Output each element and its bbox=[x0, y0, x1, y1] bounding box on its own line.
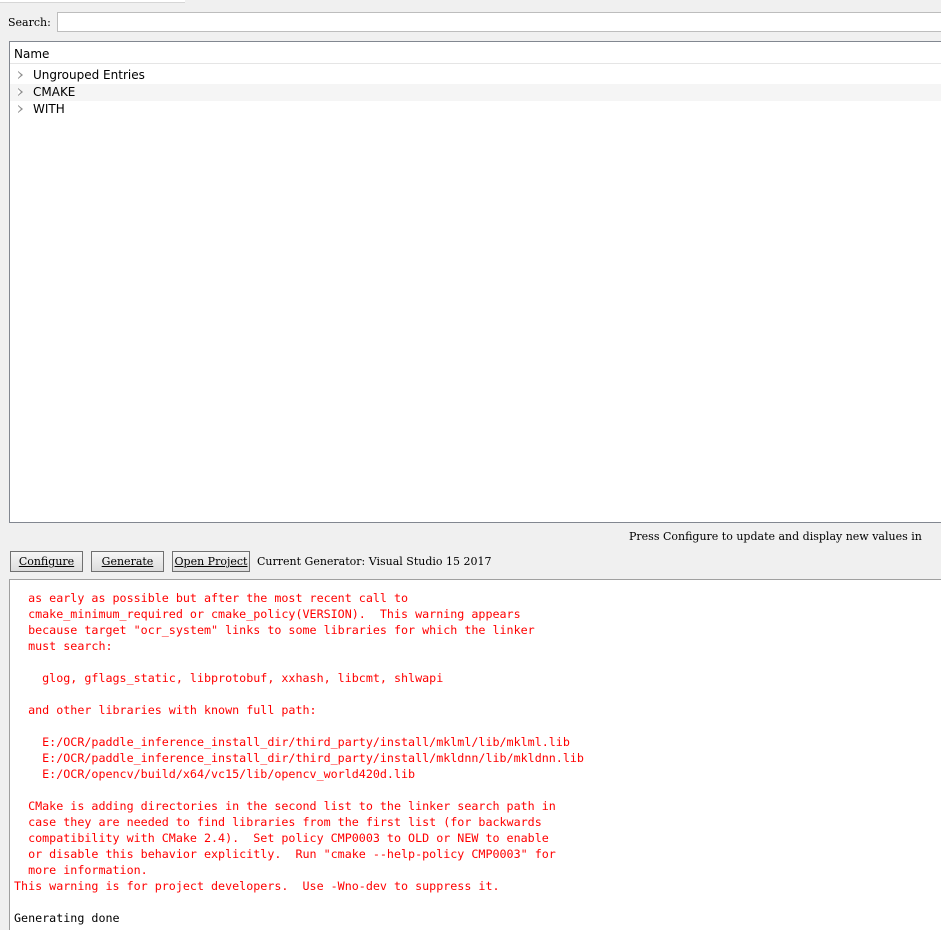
column-header-name[interactable]: Name bbox=[10, 42, 941, 64]
tree-item-with[interactable]: WITH bbox=[10, 101, 941, 118]
expand-arrow-icon[interactable] bbox=[18, 105, 23, 113]
search-label: Search: bbox=[8, 16, 51, 29]
current-generator-label: Current Generator: Visual Studio 15 2017 bbox=[257, 555, 492, 568]
search-input[interactable] bbox=[57, 12, 941, 32]
tree-item-label: WITH bbox=[33, 102, 65, 116]
tree-item-label: CMAKE bbox=[33, 85, 76, 99]
warning-text: as early as possible but after the most … bbox=[14, 591, 584, 893]
open-project-button-label: Open Project bbox=[174, 555, 248, 568]
generate-button-label: Generate bbox=[101, 555, 154, 568]
generate-button[interactable]: Generate bbox=[91, 551, 164, 572]
tab-edge bbox=[0, 0, 185, 3]
open-project-button[interactable]: Open Project bbox=[172, 551, 250, 572]
tree-item-label: Ungrouped Entries bbox=[33, 68, 145, 82]
configure-button[interactable]: Configure bbox=[10, 551, 83, 572]
configure-button-label: Configure bbox=[18, 555, 75, 568]
expand-arrow-icon[interactable] bbox=[18, 71, 23, 79]
status-message: Press Configure to update and display ne… bbox=[629, 530, 922, 543]
tree-item-ungrouped-entries[interactable]: Ungrouped Entries bbox=[10, 67, 941, 84]
output-log[interactable]: as early as possible but after the most … bbox=[9, 579, 941, 930]
tree-item-cmake[interactable]: CMAKE bbox=[10, 84, 941, 101]
top-tab-strip bbox=[0, 0, 941, 3]
expand-arrow-icon[interactable] bbox=[18, 88, 23, 96]
cache-tree-view[interactable]: Name Ungrouped Entries CMAKE WITH bbox=[9, 41, 941, 523]
generating-done-text: Generating done bbox=[14, 911, 120, 925]
